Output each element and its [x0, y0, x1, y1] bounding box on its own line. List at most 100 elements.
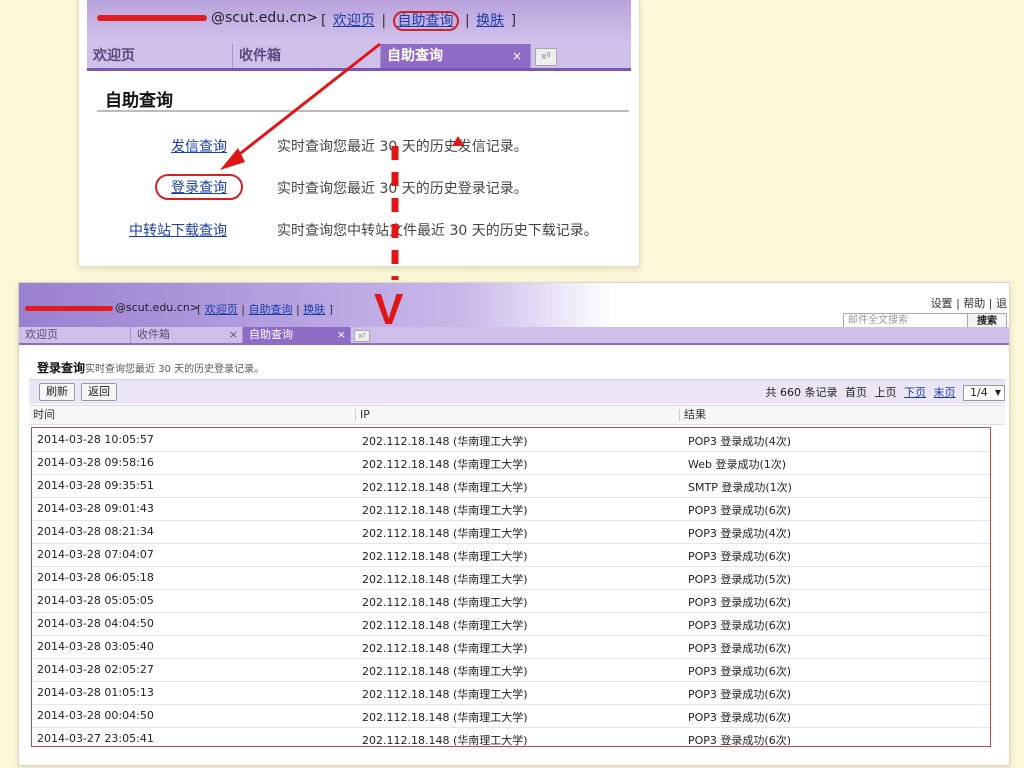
tab-inbox[interactable]: 收件箱: [233, 44, 381, 68]
cell-time: 2014-03-28 01:05:13: [37, 686, 154, 699]
toolbar: 刷新 返回 共 660 条记录 首页 上页 下页 末页 1/4 ▼: [29, 379, 1005, 404]
nav-welcome-link[interactable]: 欢迎页: [205, 303, 238, 316]
last-page-link[interactable]: 末页: [934, 386, 956, 399]
cell-time: 2014-03-28 02:05:27: [37, 663, 154, 676]
cell-time: 2014-03-28 09:01:43: [37, 502, 154, 515]
tab-bar: 欢迎页 收件箱 × 自助查询 × xº: [19, 327, 1009, 345]
cell-result: SMTP 登录成功(1次): [688, 481, 792, 494]
tab-welcome[interactable]: 欢迎页: [87, 44, 233, 68]
tab-self-query[interactable]: 自助查询 ×: [243, 327, 351, 343]
divider: [97, 110, 629, 112]
page-title: 登录查询实时查询您最近 30 天的历史登录记录。: [37, 361, 265, 375]
column-header-result: 结果: [679, 409, 706, 421]
cell-result: POP3 登录成功(6次): [688, 550, 792, 563]
cell-time: 2014-03-28 09:58:16: [37, 456, 154, 469]
cell-time: 2014-03-28 06:05:18: [37, 571, 154, 584]
query-description: 实时查询您中转站文件最近 30 天的历史下载记录。: [277, 223, 598, 239]
next-page-link[interactable]: 下页: [904, 386, 926, 399]
cell-ip: 202.112.18.148 (华南理工大学): [362, 665, 528, 678]
table-row: 2014-03-28 10:05:57 202.112.18.148 (华南理工大…: [32, 428, 990, 452]
back-button[interactable]: 返回: [81, 383, 117, 401]
table-row: 2014-03-28 09:58:16 202.112.18.148 (华南理工大…: [32, 451, 990, 475]
nav-skin-link[interactable]: 换肤: [303, 303, 325, 316]
send-query-link[interactable]: 发信查询: [79, 136, 227, 156]
cell-ip: 202.112.18.148 (华南理工大学): [362, 481, 528, 494]
redaction-mark: [97, 15, 207, 21]
table-row: 2014-03-28 06:05:18 202.112.18.148 (华南理工大…: [32, 566, 990, 590]
tab-self-query[interactable]: 自助查询 ×: [381, 44, 531, 68]
page-title: 自助查询: [105, 91, 173, 111]
column-header-ip: IP: [355, 409, 370, 421]
cell-time: 2014-03-28 03:05:40: [37, 640, 154, 653]
table-row: 2014-03-28 09:01:43 202.112.18.148 (华南理工大…: [32, 497, 990, 521]
user-account: @scut.edu.cn>: [25, 301, 199, 314]
cell-ip: 202.112.18.148 (华南理工大学): [362, 734, 528, 747]
query-description: 实时查询您最近 30 天的历史发信记录。: [277, 139, 528, 155]
cell-time: 2014-03-28 04:04:50: [37, 617, 154, 630]
user-account: @scut.edu.cn>: [97, 10, 318, 26]
cell-result: POP3 登录成功(6次): [688, 596, 792, 609]
tab-welcome[interactable]: 欢迎页: [19, 327, 131, 343]
page-subtitle: 实时查询您最近 30 天的历史登录记录。: [85, 364, 265, 375]
table-row: 2014-03-28 03:05:40 202.112.18.148 (华南理工大…: [32, 635, 990, 659]
settings-link[interactable]: 设置: [931, 297, 953, 310]
column-header-time: 时间: [33, 408, 55, 421]
login-query-panel: @scut.edu.cn> [ 欢迎页 | 自助查询 | 换肤 ] 设置 | 帮…: [18, 282, 1010, 766]
nav-self-query-link[interactable]: 自助查询: [392, 11, 459, 31]
cell-time: 2014-03-27 23:05:41: [37, 732, 154, 745]
nav-welcome-link[interactable]: 欢迎页: [333, 13, 375, 29]
record-count: 共 660 条记录: [765, 386, 838, 399]
cell-time: 2014-03-28 00:04:50: [37, 709, 154, 722]
cell-ip: 202.112.18.148 (华南理工大学): [362, 573, 528, 586]
cell-ip: 202.112.18.148 (华南理工大学): [362, 458, 528, 471]
cell-time: 2014-03-28 08:21:34: [37, 525, 154, 538]
redaction-mark: [25, 305, 113, 311]
cell-result: POP3 登录成功(6次): [688, 642, 792, 655]
cell-time: 2014-03-28 10:05:57: [37, 433, 154, 446]
cell-result: POP3 登录成功(4次): [688, 527, 792, 540]
tab-inbox[interactable]: 收件箱 ×: [131, 327, 243, 343]
nav-skin-link[interactable]: 换肤: [476, 13, 504, 29]
table-row: 2014-03-28 01:05:13 202.112.18.148 (华南理工大…: [32, 681, 990, 705]
close-icon[interactable]: ×: [229, 327, 238, 343]
transfer-download-query-link[interactable]: 中转站下载查询: [79, 220, 227, 240]
mail-header: @scut.edu.cn> [ 欢迎页 | 自助查询 | 换肤 ]: [87, 0, 631, 44]
nav-self-query-link[interactable]: 自助查询: [249, 303, 293, 316]
cell-result: POP3 登录成功(6次): [688, 504, 792, 517]
table-row: 2014-03-28 04:04:50 202.112.18.148 (华南理工大…: [32, 612, 990, 636]
logout-link[interactable]: 退: [996, 297, 1007, 310]
new-tab-icon[interactable]: xº: [535, 48, 557, 66]
tab-bar: 欢迎页 收件箱 自助查询 × xº: [87, 44, 631, 71]
table-row: 2014-03-27 23:05:41 202.112.18.148 (华南理工大…: [32, 727, 990, 750]
cell-result: POP3 登录成功(6次): [688, 619, 792, 632]
cell-ip: 202.112.18.148 (华南理工大学): [362, 504, 528, 517]
table-row: 2014-03-28 02:05:27 202.112.18.148 (华南理工大…: [32, 658, 990, 682]
page-select[interactable]: 1/4 ▼: [963, 385, 1005, 401]
cell-ip: 202.112.18.148 (华南理工大学): [362, 688, 528, 701]
cell-time: 2014-03-28 09:35:51: [37, 479, 154, 492]
help-link[interactable]: 帮助: [963, 297, 985, 310]
close-icon[interactable]: ×: [512, 44, 522, 68]
query-description: 实时查询您最近 30 天的历史登录记录。: [277, 181, 528, 197]
prev-page-label: 上页: [874, 386, 897, 399]
cell-ip: 202.112.18.148 (华南理工大学): [362, 619, 528, 632]
cell-result: POP3 登录成功(6次): [688, 665, 792, 678]
table-row: 2014-03-28 09:35:51 202.112.18.148 (华南理工大…: [32, 474, 990, 498]
table-row: 2014-03-28 00:04:50 202.112.18.148 (华南理工大…: [32, 704, 990, 728]
pager: 共 660 条记录 首页 上页 下页 末页 1/4 ▼: [762, 384, 1005, 401]
table-header: 时间 IP 结果: [29, 405, 1005, 425]
cell-ip: 202.112.18.148 (华南理工大学): [362, 711, 528, 724]
cell-result: Web 登录成功(1次): [688, 458, 787, 471]
refresh-button[interactable]: 刷新: [39, 383, 75, 401]
first-page-label: 首页: [845, 386, 867, 399]
login-query-link[interactable]: 登录查询: [155, 174, 243, 200]
cell-ip: 202.112.18.148 (华南理工大学): [362, 550, 528, 563]
close-icon[interactable]: ×: [337, 327, 346, 343]
cell-ip: 202.112.18.148 (华南理工大学): [362, 527, 528, 540]
top-links: 设置 | 帮助 | 退: [930, 297, 1007, 310]
table-row: 2014-03-28 07:04:07 202.112.18.148 (华南理工大…: [32, 543, 990, 567]
new-tab-icon[interactable]: xº: [354, 330, 370, 342]
cell-result: POP3 登录成功(6次): [688, 711, 792, 724]
cell-result: POP3 登录成功(6次): [688, 734, 792, 747]
mail-header: @scut.edu.cn> [ 欢迎页 | 自助查询 | 换肤 ] 设置 | 帮…: [19, 283, 1009, 331]
